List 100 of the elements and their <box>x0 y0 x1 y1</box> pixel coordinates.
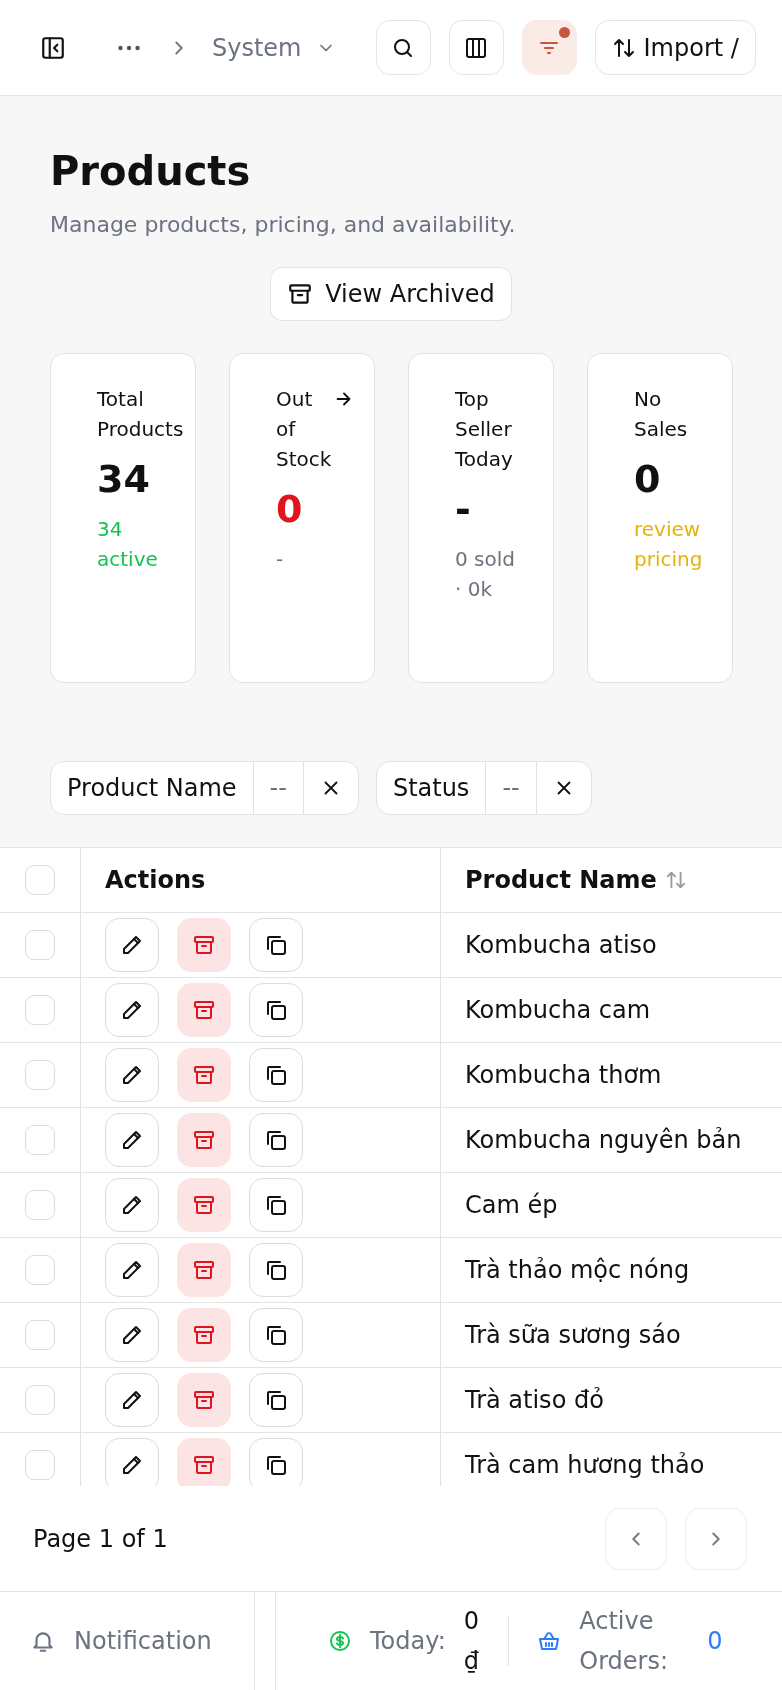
row-checkbox[interactable] <box>25 1255 55 1285</box>
stat-note: - <box>276 546 285 573</box>
row-checkbox[interactable] <box>25 930 55 960</box>
archive-button[interactable] <box>177 1308 231 1362</box>
archive-icon <box>192 933 216 957</box>
stat-value: 0 <box>276 486 304 533</box>
copy-icon <box>264 1258 288 1282</box>
column-header: Actions <box>80 848 440 912</box>
pencil-icon <box>120 1453 144 1477</box>
archive-button[interactable] <box>177 983 231 1037</box>
duplicate-button[interactable] <box>249 1113 303 1167</box>
stat-value: 34 <box>97 456 151 503</box>
archive-button[interactable] <box>177 1113 231 1167</box>
stat-note: 0 sold · 0k <box>455 546 516 603</box>
more-button[interactable] <box>118 44 140 51</box>
duplicate-button[interactable] <box>249 1438 303 1486</box>
edit-button[interactable] <box>105 983 159 1037</box>
edit-button[interactable] <box>105 1178 159 1232</box>
archive-icon <box>192 1453 216 1477</box>
archive-button[interactable] <box>177 1178 231 1232</box>
pencil-icon <box>120 1128 144 1152</box>
duplicate-button[interactable] <box>249 918 303 972</box>
pencil-icon <box>120 1063 144 1087</box>
pencil-icon <box>120 1323 144 1347</box>
edit-button[interactable] <box>105 918 159 972</box>
table-cell: Trà thảo mộc nóng <box>440 1238 782 1302</box>
copy-icon <box>264 1193 288 1217</box>
archive-button[interactable] <box>177 1243 231 1297</box>
row-checkbox[interactable] <box>25 1190 55 1220</box>
filter-field: Product Name <box>51 762 253 814</box>
row-checkbox[interactable] <box>25 1385 55 1415</box>
table-cell: Cam ép <box>440 1173 782 1237</box>
filter-field: Status <box>376 762 486 814</box>
archive-icon <box>192 1063 216 1087</box>
table-cell: Kombucha atiso <box>440 913 782 977</box>
columns-button[interactable] <box>448 20 504 75</box>
copy-icon <box>264 1388 288 1412</box>
filter-button[interactable] <box>521 20 577 75</box>
active-orders-value: 0 <box>707 1626 724 1657</box>
duplicate-button[interactable] <box>249 1308 303 1362</box>
pencil-icon <box>120 933 144 957</box>
filter-value[interactable]: -- <box>485 762 536 814</box>
copy-icon <box>264 1128 288 1152</box>
duplicate-button[interactable] <box>249 1048 303 1102</box>
basket-icon <box>537 1629 562 1653</box>
edit-button[interactable] <box>105 1113 159 1167</box>
pencil-icon <box>120 1258 144 1282</box>
archive-icon <box>192 1193 216 1217</box>
breadcrumb-dropdown[interactable]: System <box>212 33 336 62</box>
table-cell: Kombucha thơm <box>440 1043 782 1107</box>
stat-label: Top Seller Today <box>455 386 513 473</box>
pencil-icon <box>120 998 144 1022</box>
pencil-icon <box>120 1193 144 1217</box>
stat-label: Out of Stock <box>276 386 332 473</box>
copy-icon <box>264 933 288 957</box>
select-all-checkbox[interactable] <box>25 865 55 895</box>
duplicate-button[interactable] <box>249 1373 303 1427</box>
row-checkbox[interactable] <box>25 1060 55 1090</box>
row-checkbox[interactable] <box>25 1450 55 1480</box>
import-button[interactable]: Import / <box>594 20 756 75</box>
column-header[interactable]: Product Name <box>465 866 657 894</box>
archive-button[interactable] <box>177 1048 231 1102</box>
page-title: Products <box>50 148 252 194</box>
archive-icon <box>192 998 216 1022</box>
active-orders-label: Active Orders: <box>579 1606 670 1677</box>
dollar-circle-icon <box>328 1629 352 1653</box>
search-button[interactable] <box>375 20 431 75</box>
edit-button[interactable] <box>105 1048 159 1102</box>
view-archived-button[interactable]: View Archived <box>270 267 512 321</box>
archive-icon <box>192 1388 216 1412</box>
row-checkbox[interactable] <box>25 995 55 1025</box>
duplicate-button[interactable] <box>249 1243 303 1297</box>
page-subtitle: Manage products, pricing, and availability. <box>50 212 517 237</box>
stat-label: No Sales <box>634 386 688 443</box>
row-checkbox[interactable] <box>25 1320 55 1350</box>
edit-button[interactable] <box>105 1373 159 1427</box>
copy-icon <box>264 1063 288 1087</box>
archive-button[interactable] <box>177 918 231 972</box>
archive-button[interactable] <box>177 1438 231 1486</box>
filter-value[interactable]: -- <box>252 762 303 814</box>
archive-button[interactable] <box>177 1373 231 1427</box>
stat-note: 34 active <box>97 516 159 573</box>
edit-button[interactable] <box>105 1308 159 1362</box>
more-icon <box>118 44 140 51</box>
sidebar-toggle-button[interactable] <box>40 34 66 61</box>
archive-icon <box>192 1258 216 1282</box>
columns-icon <box>464 35 488 60</box>
sidebar-toggle-icon <box>40 34 66 61</box>
today-value: 0 ₫ <box>463 1606 481 1677</box>
duplicate-button[interactable] <box>249 983 303 1037</box>
edit-button[interactable] <box>105 1243 159 1297</box>
duplicate-button[interactable] <box>249 1178 303 1232</box>
filter-indicator-dot <box>558 27 570 38</box>
edit-button[interactable] <box>105 1438 159 1486</box>
copy-icon <box>264 1323 288 1347</box>
today-label: Today: <box>370 1626 446 1657</box>
stat-label: Total Products <box>97 386 184 443</box>
row-checkbox[interactable] <box>25 1125 55 1155</box>
stat-value: - <box>455 486 472 533</box>
table-cell: Kombucha cam <box>440 978 782 1042</box>
